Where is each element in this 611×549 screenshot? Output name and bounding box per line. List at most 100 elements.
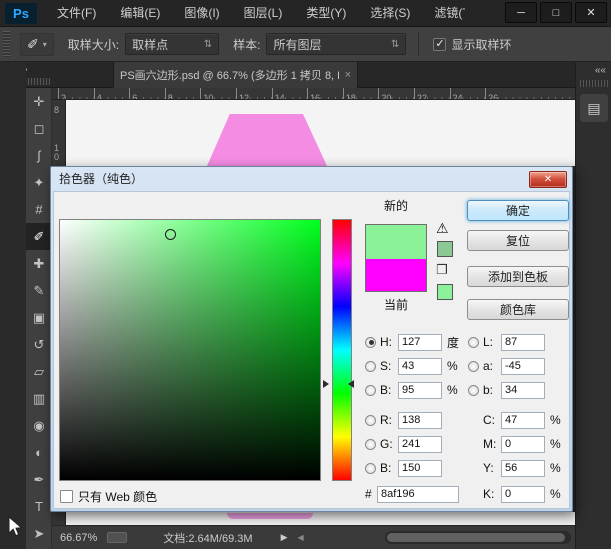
scrollbar-thumb[interactable] — [387, 533, 565, 542]
menu-item[interactable]: 文件(F) — [45, 0, 108, 27]
current-color-swatch[interactable] — [366, 259, 426, 291]
path-selection-tool-icon[interactable]: ➤ — [26, 520, 52, 547]
hue-slider-arrow-left[interactable] — [323, 380, 329, 388]
menu-item[interactable]: 编辑(E) — [108, 0, 172, 27]
eraser-tool-icon[interactable]: ▱ — [26, 358, 52, 385]
field-row-b-lab: b: — [468, 381, 545, 399]
collapse-panels-icon[interactable]: «« — [595, 65, 606, 76]
field-input-blue[interactable] — [398, 459, 442, 477]
options-grip[interactable] — [3, 31, 10, 57]
menu-item[interactable]: 类型(Y) — [294, 0, 358, 27]
hue-slider[interactable] — [332, 219, 352, 481]
radio-b-lab[interactable] — [468, 384, 479, 396]
horizontal-scrollbar[interactable] — [385, 531, 571, 544]
show-ring-checkbox[interactable]: ✓ — [433, 37, 447, 51]
ok-button[interactable]: 确定 — [467, 200, 569, 221]
move-tool-icon[interactable]: ✛ — [26, 88, 52, 115]
field-input-r[interactable] — [398, 411, 442, 429]
tab-close-icon[interactable]: × — [345, 69, 351, 81]
field-input-h[interactable] — [398, 333, 442, 351]
pen-tool-icon[interactable]: ✒ — [26, 466, 52, 493]
field-unit-s: % — [447, 359, 458, 373]
field-input-k[interactable] — [501, 485, 545, 503]
radio-a[interactable] — [468, 360, 479, 372]
reset-button[interactable]: 复位 — [467, 230, 569, 251]
sample-size-dropdown[interactable]: 取样点 ⇅ — [125, 33, 220, 55]
color-field-marker[interactable] — [165, 229, 176, 240]
sample-dropdown[interactable]: 所有图层 ⇅ — [266, 33, 407, 55]
radio-l[interactable] — [468, 336, 479, 348]
hexagon-shape[interactable] — [207, 114, 327, 166]
quick-selection-tool-icon[interactable]: ✦ — [26, 169, 52, 196]
tool-preset-button[interactable]: ✐ ▾ — [20, 32, 54, 56]
healing-brush-tool-icon[interactable]: ✚ — [26, 250, 52, 277]
add-to-swatches-button[interactable]: 添加到色板 — [467, 266, 569, 287]
color-swatch-stack — [365, 224, 427, 292]
menu-item[interactable]: 选择(S) — [358, 0, 422, 27]
radio-b[interactable] — [365, 384, 376, 396]
radio-blue[interactable] — [365, 462, 376, 474]
radio-s[interactable] — [365, 360, 376, 372]
status-arrow2-icon: ◀ — [297, 533, 304, 542]
history-brush-tool-icon[interactable]: ↺ — [26, 331, 52, 358]
menu-item[interactable]: 图像(I) — [172, 0, 231, 27]
field-input-b[interactable] — [398, 381, 442, 399]
field-input-l[interactable] — [501, 333, 545, 351]
field-input-c[interactable] — [501, 411, 545, 429]
maximize-button[interactable]: □ — [540, 2, 572, 23]
field-label-b: B: — [380, 383, 392, 397]
marquee-tool-icon[interactable]: ◻ — [26, 115, 52, 142]
web-safe-swatch[interactable] — [437, 284, 453, 300]
field-input-y[interactable] — [501, 459, 545, 477]
brush-tool-icon[interactable]: ✎ — [26, 277, 52, 304]
web-color-cube-icon[interactable]: ❒ — [436, 262, 448, 278]
color-libraries-button[interactable]: 颜色库 — [467, 299, 569, 320]
clone-stamp-tool-icon[interactable]: ▣ — [26, 304, 52, 331]
type-tool-icon[interactable]: T — [26, 493, 52, 520]
status-arrow-icon[interactable]: ▶ — [281, 532, 288, 543]
field-input-s[interactable] — [398, 357, 442, 375]
gamut-warning-icon[interactable]: ⚠ — [436, 220, 449, 237]
crop-tool-icon[interactable]: # — [26, 196, 52, 223]
hex-input[interactable] — [377, 485, 459, 503]
field-row-a: a: — [468, 357, 545, 375]
minimize-button[interactable]: ─ — [505, 2, 537, 23]
dodge-tool-icon[interactable]: ◐ — [26, 439, 52, 466]
zoom-level-field[interactable]: 66.67% — [60, 532, 97, 544]
field-label-h: H: — [380, 335, 392, 349]
web-only-checkbox[interactable] — [60, 490, 73, 503]
ruler-tick: 16 — [307, 88, 343, 99]
field-unit-y: % — [550, 461, 561, 475]
field-input-m[interactable] — [501, 435, 545, 453]
canvas[interactable] — [66, 100, 575, 166]
saturation-brightness-field[interactable] — [59, 219, 321, 481]
gradient-tool-icon[interactable]: ▥ — [26, 385, 52, 412]
gamut-swatch[interactable] — [437, 241, 453, 257]
eyedropper-tool-icon[interactable]: ✐ — [26, 223, 52, 250]
blur-tool-icon[interactable]: ◉ — [26, 412, 52, 439]
ruler-tick: 12 — [235, 88, 272, 99]
hue-slider-arrow-right[interactable] — [348, 380, 354, 388]
ruler-tick: 22 — [413, 88, 450, 99]
document-tab[interactable]: PS画六边形.psd @ 66.7% (多边形 1 拷贝 8, RGB/8) *… — [113, 62, 358, 88]
radio-r[interactable] — [365, 414, 376, 426]
radio-h[interactable] — [365, 336, 376, 348]
close-button[interactable]: ✕ — [575, 2, 607, 23]
new-color-label: 新的 — [383, 199, 408, 213]
hexagon-shape-bottom[interactable] — [227, 513, 313, 519]
window-controls: ─ □ ✕ — [505, 2, 607, 23]
menu-item[interactable]: 图层(L) — [232, 0, 295, 27]
dialog-close-button[interactable]: ✕ — [529, 171, 567, 188]
field-input-a[interactable] — [501, 357, 545, 375]
lasso-tool-icon[interactable]: ʃ — [26, 142, 52, 169]
canvas-bottom[interactable] — [66, 512, 575, 525]
menu-item[interactable]: 滤镜(T) — [422, 0, 465, 27]
photoshop-window: Ps 文件(F)编辑(E)图像(I)图层(L)类型(Y)选择(S)滤镜(T)视图… — [0, 0, 611, 549]
field-input-b-lab[interactable] — [501, 381, 545, 399]
field-input-g[interactable] — [398, 435, 442, 453]
ruler-tick: 26 — [485, 88, 521, 99]
field-unit-b: % — [447, 383, 458, 397]
field-label-g: G: — [380, 437, 393, 451]
panel-icon[interactable]: ▤ — [580, 94, 608, 122]
radio-g[interactable] — [365, 438, 376, 450]
